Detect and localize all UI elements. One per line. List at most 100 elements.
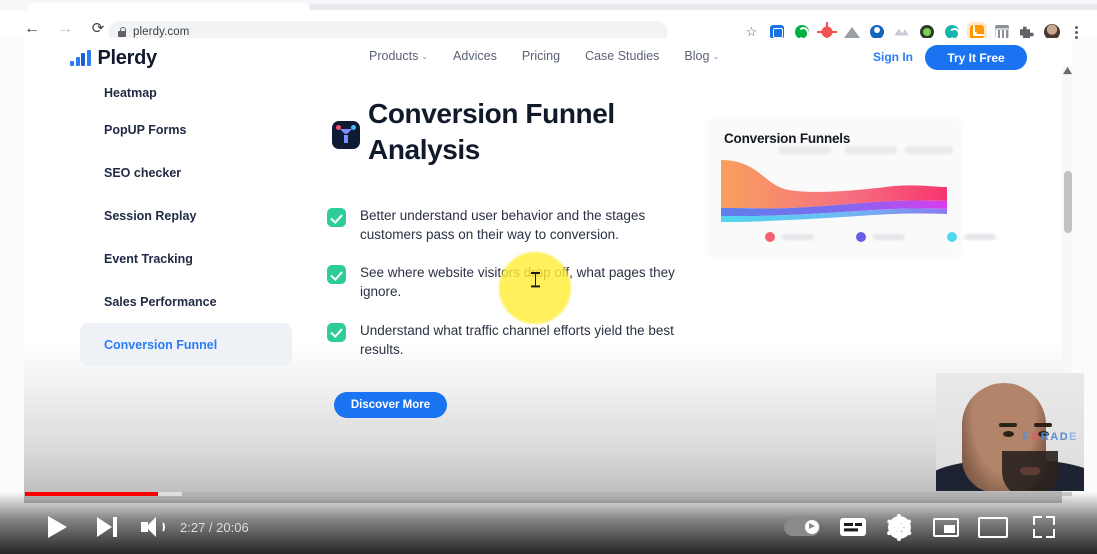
products-sidebar: Heatmap PopUP Forms SEO checker Session … [80, 86, 292, 366]
back-icon[interactable]: ← [24, 21, 40, 37]
video-frame[interactable]: ← → ⟳ plerdy.com ☆ Plerdy Products ⌄ Adv… [0, 0, 1097, 554]
conversion-funnel-icon [332, 121, 360, 149]
funnel-chart [719, 156, 949, 228]
plerdy-logo[interactable]: Plerdy [70, 47, 157, 70]
list-item: Better understand user behavior and the … [327, 206, 687, 244]
sidebar-item-sales-performance[interactable]: Sales Performance [80, 280, 292, 323]
sidebar-item-label: Session Replay [104, 208, 197, 223]
miniplayer-icon [933, 517, 959, 537]
browser-tab-strip [0, 0, 1097, 10]
nav-item-case-studies[interactable]: Case Studies [585, 49, 659, 63]
eyebrow-left [999, 423, 1017, 427]
sidebar-item-popup-forms[interactable]: PopUP Forms [80, 108, 292, 151]
next-video-button[interactable] [88, 500, 128, 554]
sidebar-item-event-tracking[interactable]: Event Tracking [80, 237, 292, 280]
sidebar-item-conversion-funnel[interactable]: Conversion Funnel [80, 323, 292, 366]
subtitles-icon [840, 518, 866, 536]
volume-icon [141, 517, 167, 537]
reload-icon[interactable]: ⟳ [90, 21, 106, 37]
sidebar-item-session-replay[interactable]: Session Replay [80, 194, 292, 237]
page-title: Conversion Funnel Analysis [368, 98, 615, 165]
next-icon [97, 517, 119, 537]
chevron-down-icon: ⌄ [421, 51, 429, 61]
site-navigation: Products ⌄ Advices Pricing Case Studies … [369, 49, 719, 63]
scrollbar-thumb[interactable] [1063, 171, 1072, 233]
autoplay-toggle-icon [784, 518, 820, 536]
wm-char-4: E [1069, 431, 1078, 443]
check-icon [327, 265, 346, 285]
site-header: Plerdy Products ⌄ Advices Pricing Case S… [24, 38, 1073, 76]
ghost-label [905, 146, 953, 154]
play-icon [47, 516, 67, 538]
fullscreen-button[interactable] [1026, 500, 1062, 554]
browser-toolbar: ← → ⟳ plerdy.com ☆ [0, 10, 1097, 43]
navigation-buttons: ← → ⟳ [24, 21, 106, 37]
settings-gear-button[interactable] [882, 500, 916, 554]
play-button[interactable] [34, 500, 80, 554]
sidebar-item-label: SEO checker [104, 165, 182, 180]
nav-label: Products [369, 49, 419, 63]
nav-item-blog[interactable]: Blog ⌄ [684, 49, 719, 63]
progress-played [25, 492, 158, 496]
sidebar-item-heatmap[interactable]: Heatmap [80, 86, 292, 108]
chart-legend [765, 232, 996, 242]
legend-label-blurred [964, 234, 996, 240]
scroll-up-icon[interactable] [1063, 66, 1072, 75]
eye-left [1003, 431, 1014, 437]
wm-char-3: RAD [1040, 431, 1070, 443]
theater-icon [978, 516, 1008, 538]
legend-item [947, 232, 996, 242]
discover-more-button[interactable]: Discover More [334, 392, 447, 418]
sidebar-item-seo-checker[interactable]: SEO checker [80, 151, 292, 194]
subtitles-button[interactable] [834, 500, 872, 554]
legend-dot-purple [856, 232, 866, 242]
card-title: Conversion Funnels [724, 131, 851, 146]
mouth [1020, 467, 1040, 475]
try-it-free-button[interactable]: Try It Free [925, 45, 1027, 70]
chevron-down-icon: ⌄ [712, 51, 720, 61]
sidebar-item-label: Sales Performance [104, 294, 217, 309]
click-highlight [499, 252, 571, 324]
funnel-svg [721, 160, 947, 222]
webcam-overlay: FGRADE [936, 373, 1084, 491]
sign-in-link[interactable]: Sign In [873, 50, 913, 64]
theater-mode-button[interactable] [974, 500, 1012, 554]
legend-dot-cyan [947, 232, 957, 242]
nav-label: Blog [684, 49, 710, 63]
plerdy-wordmark: Plerdy [97, 47, 158, 69]
volume-button[interactable] [136, 500, 172, 554]
ghost-label [779, 146, 831, 154]
nav-item-products[interactable]: Products ⌄ [369, 49, 428, 63]
sidebar-item-label: Heatmap [104, 86, 157, 100]
gear-icon [886, 513, 912, 541]
legend-label-blurred [782, 234, 814, 240]
plerdy-bars-icon [70, 50, 91, 66]
url-text: plerdy.com [133, 26, 190, 38]
sidebar-item-label: PopUP Forms [104, 122, 187, 137]
legend-item [765, 232, 814, 242]
check-icon [327, 322, 346, 342]
wm-char-1: F [1022, 431, 1031, 443]
benefit-text: Better understand user behavior and the … [360, 208, 646, 243]
legend-dot-red [765, 232, 775, 242]
check-icon [327, 208, 346, 227]
nav-item-pricing[interactable]: Pricing [522, 49, 560, 63]
miniplayer-button[interactable] [928, 500, 964, 554]
funnel-glyph [340, 127, 352, 143]
list-item: Understand what traffic channel efforts … [327, 321, 687, 359]
time-display: 2:27 / 20:06 [180, 519, 249, 535]
player-controls: 2:27 / 20:06 [0, 500, 1097, 554]
autoplay-toggle[interactable] [780, 500, 824, 554]
progress-bar[interactable] [25, 492, 1072, 496]
sidebar-item-label: Event Tracking [104, 251, 193, 266]
text-cursor-icon [531, 272, 540, 287]
legend-item [856, 232, 905, 242]
eyebrow-right [1034, 423, 1052, 427]
forward-icon[interactable]: → [57, 21, 73, 37]
active-tab[interactable] [28, 3, 308, 10]
conversion-funnels-card[interactable]: Conversion Funnels [707, 118, 996, 256]
nav-item-advices[interactable]: Advices [453, 49, 497, 63]
sidebar-item-label: Conversion Funnel [104, 337, 218, 352]
fullscreen-icon [1033, 516, 1055, 538]
wm-char-2: G [1030, 431, 1041, 443]
